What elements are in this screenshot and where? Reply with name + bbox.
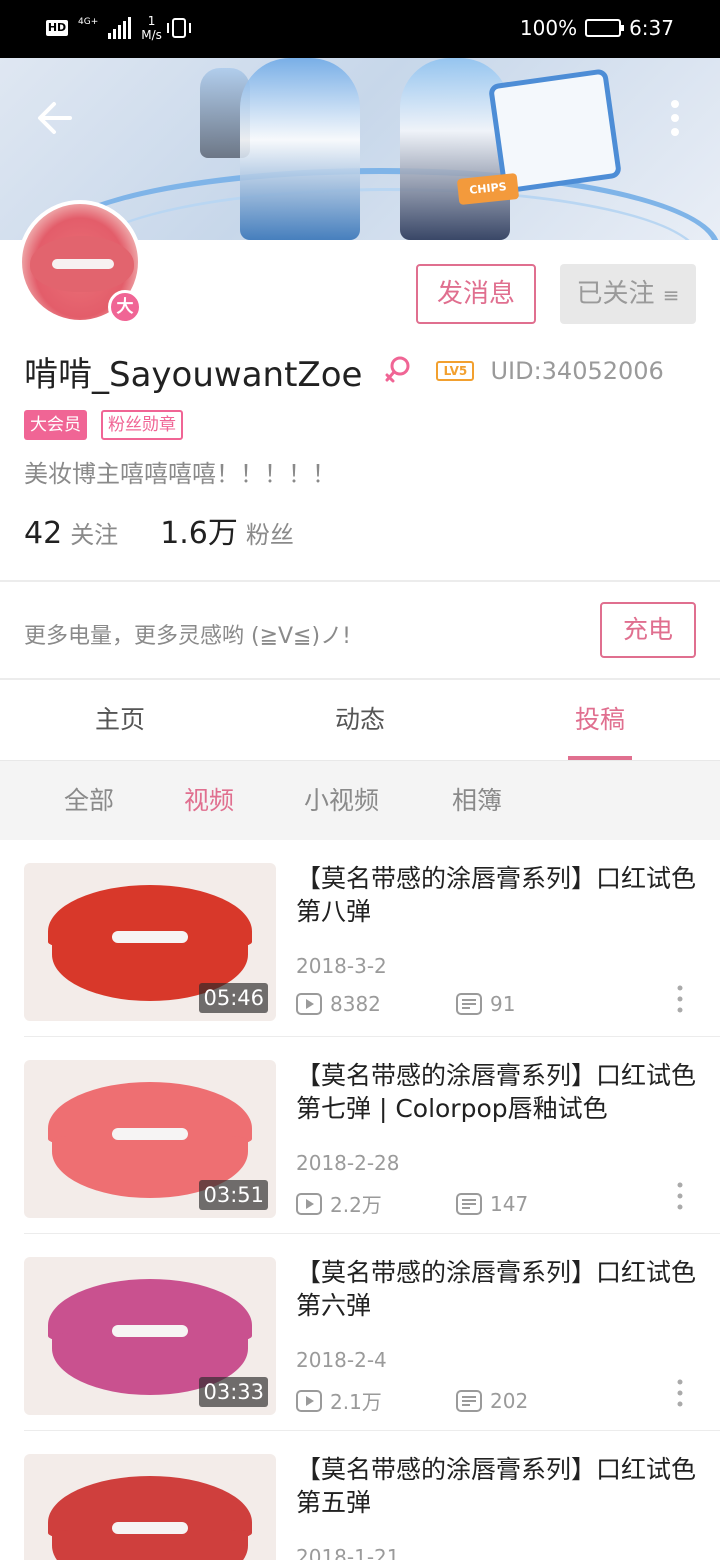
tab-dynamic[interactable]: 动态 [240, 680, 480, 760]
back-arrow-icon[interactable] [30, 94, 78, 142]
video-thumbnail[interactable] [24, 1454, 276, 1560]
vip-member-badge[interactable]: 大会员 [24, 410, 87, 440]
video-thumbnail[interactable]: 03:51 [24, 1060, 276, 1218]
video-thumbnail[interactable]: 05:46 [24, 863, 276, 1021]
danmaku-icon [456, 1192, 482, 1215]
video-date: 2018-2-4 [296, 1348, 387, 1372]
video-item[interactable]: 03:33 【莫名带感的涂唇膏系列】口红试色第六弹 2018-2-4 2.1万 … [0, 1234, 720, 1431]
divider [0, 580, 720, 582]
post-subtabs: 全部 视频 小视频 相簿 [0, 760, 720, 840]
video-duration: 03:51 [199, 1180, 268, 1210]
menu-lines-icon: ≡ [662, 283, 680, 307]
video-thumbnail[interactable]: 03:33 [24, 1257, 276, 1415]
bio: 美妆博主嘻嘻嘻嘻！！！！！ [24, 460, 336, 488]
charge-button[interactable]: 充电 [600, 602, 696, 658]
profile-tabs: 主页 动态 投稿 [0, 680, 720, 760]
signal-icon [108, 17, 132, 39]
tab-posts[interactable]: 投稿 [480, 680, 720, 760]
badge-row: 大会员 粉丝勋章 [24, 410, 183, 440]
view-count: 2.2万 [330, 1193, 382, 1217]
stats-row: 42 关注 1.6万 粉丝 [24, 508, 294, 552]
more-vertical-icon[interactable] [672, 982, 688, 1016]
video-title[interactable]: 【莫名带感的涂唇膏系列】口红试色第七弹 | Colorpop唇釉试色 [296, 1059, 696, 1125]
danmaku-count: 147 [490, 1191, 529, 1216]
followers-label[interactable]: 粉丝 [246, 515, 294, 550]
battery-icon [585, 19, 625, 37]
following-count[interactable]: 42 [24, 516, 62, 551]
more-vertical-icon[interactable] [672, 1179, 688, 1213]
play-count-icon [296, 1192, 322, 1215]
following-label[interactable]: 关注 [70, 515, 118, 550]
status-bar: HD 4G+ 1 M/s 100% 6:37 [0, 0, 720, 58]
video-list: 05:46 【莫名带感的涂唇膏系列】口红试色第八弹 2018-3-2 8382 … [0, 840, 720, 1560]
play-count-icon [296, 993, 322, 1015]
danmaku-count: 202 [490, 1388, 529, 1413]
more-vertical-icon[interactable] [672, 1376, 688, 1410]
hd-voice-icon: HD [46, 20, 68, 36]
video-title[interactable]: 【莫名带感的涂唇膏系列】口红试色第五弹 [296, 1453, 696, 1519]
subtab-video[interactable]: 视频 [184, 761, 234, 841]
network-speed: 1 M/s [141, 14, 162, 42]
video-title[interactable]: 【莫名带感的涂唇膏系列】口红试色第八弹 [296, 862, 696, 928]
video-date: 2018-2-28 [296, 1151, 400, 1175]
followers-count[interactable]: 1.6万 [160, 508, 238, 552]
vibrate-icon [166, 18, 191, 38]
subtab-all[interactable]: 全部 [64, 761, 114, 841]
video-date: 2018-3-2 [296, 954, 387, 978]
view-count: 2.1万 [330, 1390, 382, 1414]
more-vertical-icon[interactable] [660, 94, 690, 142]
level-badge: LV5 [436, 361, 475, 381]
play-count-icon [296, 1389, 322, 1412]
clock: 6:37 [629, 16, 674, 40]
female-icon [385, 356, 410, 383]
video-item[interactable]: 05:46 【莫名带感的涂唇膏系列】口红试色第八弹 2018-3-2 8382 … [0, 840, 720, 1037]
subtab-album[interactable]: 相簿 [452, 761, 502, 841]
video-item[interactable]: 【莫名带感的涂唇膏系列】口红试色第五弹 2018-1-21 [0, 1431, 720, 1560]
user-name: 啃啃_SayouwantZoe [24, 354, 363, 395]
subtab-short-video[interactable]: 小视频 [304, 761, 379, 841]
battery-percent: 100% [519, 16, 578, 40]
view-count: 8382 [330, 992, 381, 1016]
tab-home[interactable]: 主页 [0, 680, 240, 760]
video-duration: 03:33 [199, 1377, 268, 1407]
video-item[interactable]: 03:51 【莫名带感的涂唇膏系列】口红试色第七弹 | Colorpop唇釉试色… [0, 1037, 720, 1234]
danmaku-count: 91 [490, 992, 516, 1016]
followed-button[interactable]: 已关注 ≡ [560, 264, 696, 324]
charge-prompt: 更多电量，更多灵感哟 (≧V≦)ノ! [24, 624, 351, 649]
video-duration: 05:46 [199, 983, 268, 1013]
uid: UID:34052006 [490, 357, 664, 385]
danmaku-icon [456, 1389, 482, 1412]
fan-medal-badge[interactable]: 粉丝勋章 [101, 410, 183, 440]
name-row: 啃啃_SayouwantZoe LV5 UID:34052006 [24, 346, 664, 396]
network-type: 4G+ [78, 16, 99, 27]
send-message-button[interactable]: 发消息 [416, 264, 536, 324]
video-date: 2018-1-21 [296, 1545, 400, 1560]
danmaku-icon [456, 993, 482, 1015]
video-title[interactable]: 【莫名带感的涂唇膏系列】口红试色第六弹 [296, 1256, 696, 1322]
vip-badge-icon: 大 [108, 290, 142, 324]
